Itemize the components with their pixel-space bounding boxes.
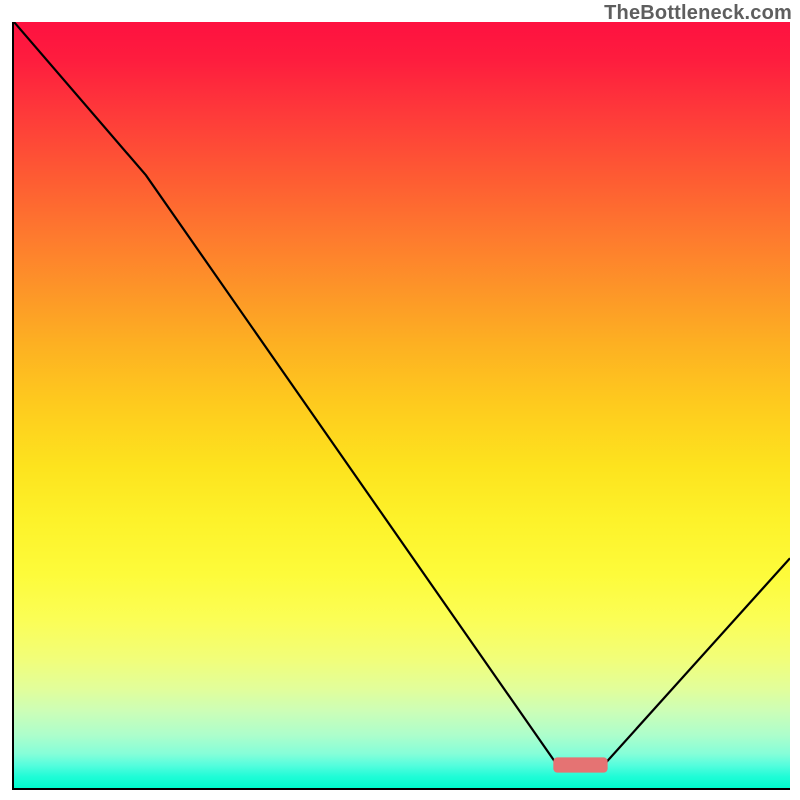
optimal-marker	[553, 757, 607, 772]
chart-plot-area	[12, 22, 790, 790]
chart-svg	[14, 22, 790, 788]
bottleneck-curve-path	[14, 22, 790, 765]
watermark-text: TheBottleneck.com	[604, 2, 792, 25]
